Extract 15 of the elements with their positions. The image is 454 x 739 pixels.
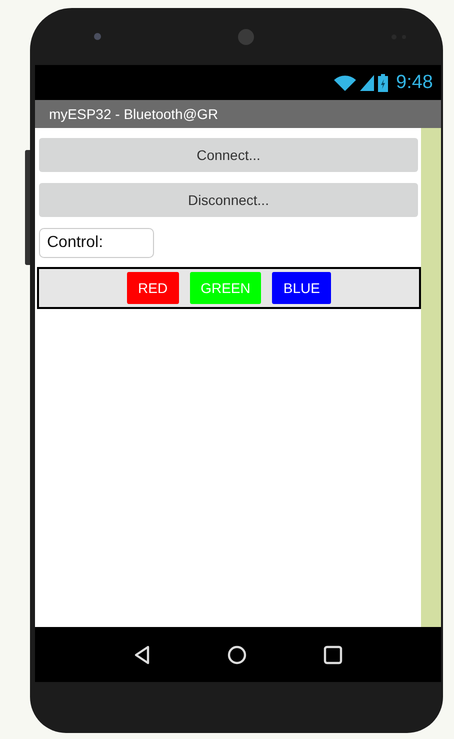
action-button[interactable]: Connect... (39, 138, 418, 172)
home-icon[interactable] (227, 644, 247, 664)
app-title: myESP32 - Bluetooth@GR (49, 106, 218, 122)
clock-time: 9:48 (396, 72, 433, 94)
color-button[interactable]: RED (127, 272, 179, 304)
action-button[interactable]: Disconnect... (39, 183, 418, 217)
camera-icon (238, 28, 254, 44)
battery-icon (378, 74, 388, 92)
back-icon[interactable] (133, 644, 151, 664)
color-button[interactable]: BLUE (272, 272, 331, 304)
control-field[interactable]: Control: (39, 228, 154, 258)
signal-icon (360, 74, 374, 90)
recents-icon[interactable] (323, 644, 343, 664)
wifi-icon (334, 74, 356, 90)
sensor-icon (94, 33, 101, 40)
